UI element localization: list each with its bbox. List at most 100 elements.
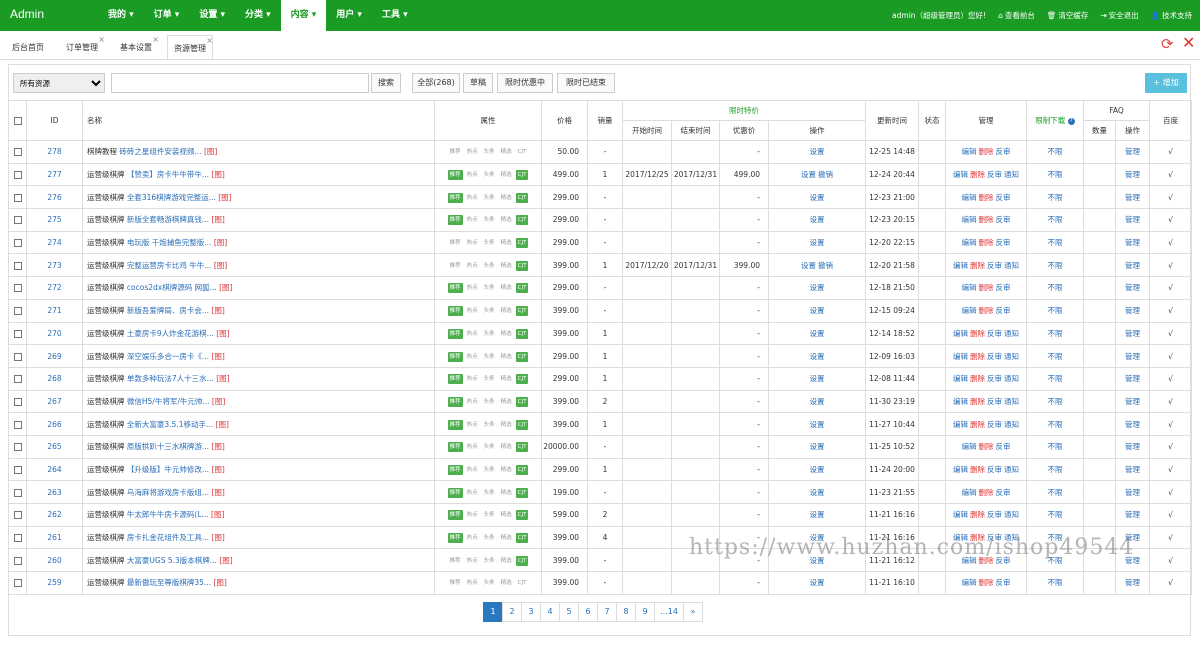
- header-updated[interactable]: 更新时间: [865, 100, 919, 141]
- notify-link[interactable]: 通知: [1004, 465, 1019, 474]
- attr-badge[interactable]: 热点: [465, 215, 480, 225]
- edit-link[interactable]: 编辑: [953, 465, 968, 474]
- edit-link[interactable]: 编辑: [953, 510, 968, 519]
- delete-link[interactable]: 删除: [970, 510, 985, 519]
- brand-logo[interactable]: Admin: [10, 7, 44, 21]
- attr-badge[interactable]: CJT: [515, 555, 529, 566]
- attr-badge[interactable]: 推荐: [447, 374, 463, 385]
- attr-badge[interactable]: 推荐: [447, 170, 463, 181]
- row-image-tag[interactable]: [图]: [218, 193, 231, 202]
- row-checkbox[interactable]: [13, 579, 22, 588]
- attr-badge[interactable]: 精选: [499, 578, 514, 588]
- row-category[interactable]: 运营级棋牌: [87, 397, 125, 406]
- set-limit-link[interactable]: 设置: [810, 420, 825, 429]
- row-image-tag[interactable]: [图]: [211, 442, 224, 451]
- row-title-link[interactable]: 完整运营房卡比鸡 牛牛...: [127, 261, 212, 270]
- filter-on-sale-button[interactable]: 限时优惠中: [497, 73, 553, 93]
- attr-badge[interactable]: CJT: [515, 533, 529, 544]
- row-title-link[interactable]: 【赞卖】房卡牛牛带牛...: [127, 170, 209, 179]
- row-id-link[interactable]: 278: [47, 147, 61, 156]
- limit-download-link[interactable]: 不限: [1048, 283, 1063, 292]
- set-limit-link[interactable]: 设置: [810, 533, 825, 542]
- faq-manage-link[interactable]: 管理: [1125, 420, 1140, 429]
- attr-badge[interactable]: 精选: [499, 352, 514, 362]
- attr-badge[interactable]: 精选: [499, 170, 514, 180]
- attr-badge[interactable]: 推荐: [447, 396, 463, 407]
- header-sales[interactable]: 销量: [587, 100, 623, 141]
- notify-link[interactable]: 通知: [1004, 533, 1019, 542]
- row-id-link[interactable]: 270: [47, 329, 61, 338]
- review-link[interactable]: 反审: [987, 420, 1002, 429]
- navbar-link[interactable]: ⇥ 安全退出: [1100, 0, 1138, 31]
- review-link[interactable]: 反审: [987, 533, 1002, 542]
- review-link[interactable]: 反审: [987, 397, 1002, 406]
- row-image-tag[interactable]: [图]: [211, 510, 224, 519]
- row-id-link[interactable]: 260: [47, 556, 61, 565]
- attr-badge[interactable]: CJT: [515, 510, 529, 521]
- row-title-link[interactable]: 单款多种玩法7人十三水...: [127, 374, 214, 383]
- limit-download-link[interactable]: 不限: [1048, 306, 1063, 315]
- faq-manage-link[interactable]: 管理: [1125, 374, 1140, 383]
- attr-badge[interactable]: 头条: [482, 238, 497, 248]
- set-limit-link[interactable]: 设置: [810, 352, 825, 361]
- attr-badge[interactable]: 精选: [499, 261, 514, 271]
- limit-download-link[interactable]: 不限: [1048, 488, 1063, 497]
- faq-manage-link[interactable]: 管理: [1125, 533, 1140, 542]
- attr-badge[interactable]: 头条: [482, 488, 497, 498]
- attr-badge[interactable]: CJT: [516, 578, 529, 588]
- edit-link[interactable]: 编辑: [962, 578, 977, 587]
- page-link[interactable]: ...14: [654, 602, 684, 622]
- row-category[interactable]: 运营级棋牌: [87, 374, 125, 383]
- faq-manage-link[interactable]: 管理: [1125, 306, 1140, 315]
- select-all-checkbox[interactable]: [13, 117, 22, 125]
- row-id-link[interactable]: 274: [47, 238, 61, 247]
- limit-download-link[interactable]: 不限: [1048, 215, 1063, 224]
- menu-item[interactable]: 我的 ▾: [98, 0, 144, 31]
- attr-badge[interactable]: 推荐: [447, 533, 463, 544]
- attr-badge[interactable]: 头条: [482, 329, 497, 339]
- row-checkbox[interactable]: [13, 488, 22, 497]
- row-category[interactable]: 运营级棋牌: [87, 261, 125, 270]
- row-category[interactable]: 运营级棋牌: [87, 488, 125, 497]
- review-link[interactable]: 反审: [996, 283, 1011, 292]
- close-icon[interactable]: ×: [152, 36, 159, 44]
- attr-badge[interactable]: 推荐: [448, 578, 463, 588]
- row-title-link[interactable]: 大富豪UGS 5.3版本棋牌...: [127, 556, 217, 565]
- attr-badge[interactable]: CJT: [515, 351, 529, 362]
- set-limit-link[interactable]: 设置: [801, 170, 816, 179]
- attr-badge[interactable]: 精选: [499, 329, 514, 339]
- attr-badge[interactable]: 精选: [499, 238, 514, 248]
- attr-badge[interactable]: 推荐: [448, 147, 463, 157]
- row-image-tag[interactable]: [图]: [211, 306, 224, 315]
- row-category[interactable]: 棋牌教程: [87, 147, 117, 156]
- page-link[interactable]: 7: [597, 602, 617, 622]
- attr-badge[interactable]: 推荐: [447, 192, 463, 203]
- search-button[interactable]: 搜索: [371, 73, 401, 93]
- filter-sale-ended-button[interactable]: 限时已结束: [557, 73, 615, 93]
- delete-link[interactable]: 删除: [979, 442, 994, 451]
- faq-manage-link[interactable]: 管理: [1125, 193, 1140, 202]
- delete-link[interactable]: 删除: [979, 306, 994, 315]
- row-image-tag[interactable]: [图]: [214, 238, 227, 247]
- row-checkbox[interactable]: [13, 397, 22, 406]
- limit-download-link[interactable]: 不限: [1048, 261, 1063, 270]
- attr-badge[interactable]: CJT: [515, 374, 529, 385]
- attr-badge[interactable]: 精选: [499, 488, 514, 498]
- edit-link[interactable]: 编辑: [953, 420, 968, 429]
- row-title-link[interactable]: 新版全套畅游棋牌真钱...: [127, 215, 209, 224]
- attr-badge[interactable]: 精选: [499, 442, 514, 452]
- page-link[interactable]: 4: [540, 602, 560, 622]
- tab[interactable]: 后台首页: [6, 35, 50, 60]
- delete-link[interactable]: 删除: [970, 170, 985, 179]
- edit-link[interactable]: 编辑: [962, 147, 977, 156]
- resource-type-select[interactable]: 所有资源: [13, 73, 105, 93]
- row-checkbox[interactable]: [13, 171, 22, 180]
- limit-download-link[interactable]: 不限: [1048, 329, 1063, 338]
- row-title-link[interactable]: 牛太郎牛牛房卡源码(L...: [127, 510, 209, 519]
- faq-manage-link[interactable]: 管理: [1125, 170, 1140, 179]
- row-image-tag[interactable]: [图]: [214, 261, 227, 270]
- set-limit-link[interactable]: 设置: [810, 442, 825, 451]
- header-price[interactable]: 价格: [541, 100, 588, 141]
- navbar-link[interactable]: 👤 技术支持: [1151, 0, 1192, 31]
- attr-badge[interactable]: 头条: [482, 283, 497, 293]
